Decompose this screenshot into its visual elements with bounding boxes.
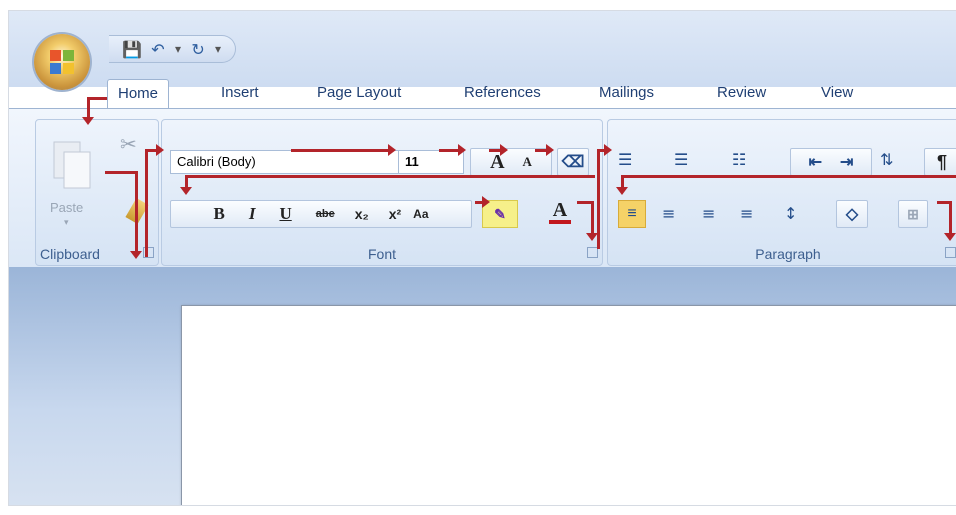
flow-arrow	[185, 175, 595, 178]
flow-arrow	[180, 175, 192, 195]
highlighter-icon: ✎	[494, 205, 506, 222]
flow-arrow	[475, 196, 490, 208]
clipboard-group: Paste ▾ ✂ Clipboard	[35, 119, 159, 266]
sort-icon[interactable]: ⇅	[880, 150, 893, 169]
tab-insert[interactable]: Insert	[221, 81, 259, 107]
flow-arrow	[586, 201, 598, 241]
flow-arrow	[105, 171, 137, 174]
font-color-button[interactable]: A	[546, 196, 574, 226]
flow-arrow	[439, 144, 466, 156]
cut-icon[interactable]: ✂	[120, 132, 137, 156]
font-color-icon: A	[552, 198, 568, 221]
flow-arrow	[616, 175, 628, 195]
ribbon: Paste ▾ ✂ Clipboard Calibri (Body) 11 A …	[9, 97, 956, 267]
office-button[interactable]	[34, 34, 90, 90]
grow-shrink-font-buttons: A A	[470, 148, 552, 176]
align-right-icon[interactable]: ≡	[702, 204, 715, 223]
office-logo-icon	[50, 50, 74, 74]
line-spacing-icon[interactable]: ↕	[784, 204, 797, 223]
undo-dropdown-icon[interactable]: ▾	[175, 42, 181, 56]
undo-icon[interactable]: ↶	[149, 40, 167, 59]
paste-dropdown-icon[interactable]: ▾	[64, 218, 69, 228]
bullets-icon[interactable]: ☰	[618, 150, 632, 169]
flow-arrow	[577, 201, 591, 204]
borders-button[interactable]: ⊞	[898, 200, 928, 228]
clear-formatting-button[interactable]: ⌫	[557, 148, 589, 176]
show-formatting-button[interactable]: ¶	[924, 148, 956, 176]
paste-button[interactable]: Paste	[50, 200, 83, 215]
tab-home[interactable]: Home	[107, 79, 170, 110]
shading-button[interactable]: ◇	[836, 200, 868, 228]
indent-buttons: ⇤ ⇥	[790, 148, 872, 176]
align-left-button[interactable]: ≡	[618, 200, 646, 228]
tab-mailings[interactable]: Mailings	[599, 81, 654, 107]
save-icon[interactable]: 💾	[122, 40, 142, 59]
decrease-indent-icon[interactable]: ⇤	[809, 152, 822, 172]
flow-arrow	[87, 97, 107, 100]
font-group: Calibri (Body) 11 A A ⌫ B I U abe x₂ x² …	[161, 119, 603, 266]
shading-icon: ◇	[845, 206, 859, 223]
document-page[interactable]	[181, 305, 956, 505]
font-size-select[interactable]: 11	[398, 150, 464, 174]
font-family-select[interactable]: Calibri (Body)	[170, 150, 400, 174]
numbering-icon[interactable]: ☰	[674, 150, 688, 169]
flow-arrow	[944, 201, 956, 241]
flow-arrow	[291, 144, 396, 156]
paragraph-group: ☰ ☰ ☷ ⇤ ⇥ ⇅ ¶ ≡ ≡ ≡ ≡ ↕ ◇ ⊞ Paragraph	[607, 119, 956, 266]
flow-arrow	[621, 175, 956, 178]
superscript-icon[interactable]: x²	[389, 206, 401, 222]
flow-arrow	[597, 144, 612, 156]
justify-icon[interactable]: ≡	[740, 204, 753, 223]
bold-icon[interactable]: B	[213, 204, 224, 224]
subscript-icon[interactable]: x₂	[355, 206, 369, 222]
shrink-font-icon[interactable]: A	[523, 154, 532, 170]
ribbon-tabs: Home Insert Page Layout References Maili…	[9, 75, 956, 110]
flow-arrow	[82, 97, 94, 125]
tab-page-layout[interactable]: Page Layout	[317, 81, 401, 107]
flow-arrow	[597, 149, 600, 249]
flow-arrow	[535, 144, 554, 156]
redo-icon[interactable]: ↻	[189, 40, 207, 59]
paragraph-group-label: Paragraph	[755, 246, 821, 262]
font-color-bar	[549, 219, 571, 224]
increase-indent-icon[interactable]: ⇥	[840, 152, 853, 172]
paste-icon	[53, 141, 91, 189]
flow-arrow	[145, 149, 148, 257]
paragraph-dialog-launcher-icon[interactable]	[945, 247, 956, 258]
tab-view[interactable]: View	[821, 81, 853, 107]
clear-formatting-icon: ⌫	[561, 154, 585, 171]
change-case-icon[interactable]: Aa	[413, 207, 428, 221]
underline-icon[interactable]: U	[279, 204, 291, 224]
quick-access-toolbar: 💾 ↶ ▾ ↻ ▾	[109, 35, 237, 63]
borders-icon: ⊞	[907, 205, 919, 222]
font-group-label: Font	[367, 246, 396, 262]
align-left-icon: ≡	[627, 205, 637, 222]
customize-qat-icon[interactable]: ▾	[215, 42, 221, 56]
word-window: 💾 ↶ ▾ ↻ ▾ Home Insert Page Layout Refere…	[8, 10, 956, 506]
tab-references[interactable]: References	[464, 81, 541, 107]
flow-arrow	[489, 144, 508, 156]
multilevel-list-icon[interactable]: ☷	[732, 150, 746, 169]
font-style-buttons: B I U abe x₂ x² Aa	[170, 200, 472, 228]
tab-review[interactable]: Review	[717, 81, 766, 107]
align-center-icon[interactable]: ≡	[662, 204, 675, 223]
italic-icon[interactable]: I	[249, 204, 256, 224]
flow-arrow	[130, 171, 142, 259]
strikethrough-icon[interactable]: abe	[316, 208, 335, 220]
flow-arrow	[145, 144, 164, 156]
